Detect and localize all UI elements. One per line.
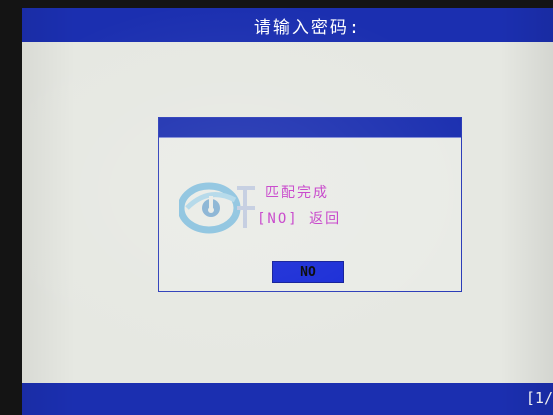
- return-hint-message: [NO] 返回: [257, 211, 342, 227]
- device-screen: 请输入密码: 匹配完成 [NO] 返回 NO [1/: [22, 8, 553, 415]
- page-title: 请输入密码:: [253, 17, 362, 38]
- page-indicator: [1/: [525, 389, 553, 407]
- title-bar: 请输入密码:: [22, 8, 553, 42]
- dialog-header: [159, 118, 461, 137]
- result-dialog: 匹配完成 [NO] 返回 NO: [158, 117, 462, 292]
- no-button[interactable]: NO: [272, 261, 344, 283]
- status-bar: [1/: [22, 383, 553, 415]
- dialog-header-divider: [159, 137, 461, 138]
- match-complete-message: 匹配完成: [265, 185, 329, 201]
- watermark-logo-icon: [179, 182, 255, 234]
